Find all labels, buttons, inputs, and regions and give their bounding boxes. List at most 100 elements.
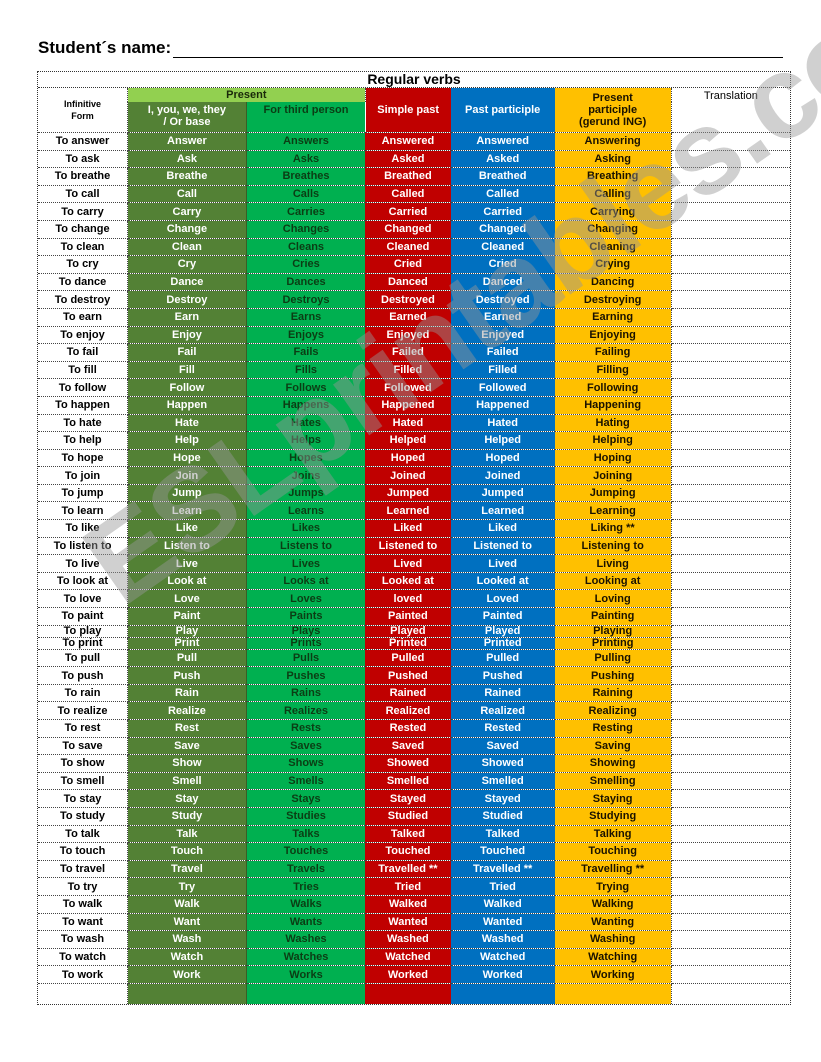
cell-translation-input[interactable] [671,589,790,609]
cell-translation-input[interactable] [671,554,790,573]
cell-translation-input[interactable] [671,484,790,503]
cell-translation-input[interactable] [671,431,790,450]
cell-translation-input[interactable] [671,220,790,239]
cell-translation-input[interactable] [671,701,790,720]
cell-past-participle: Washed [450,930,555,949]
cell-present-participle: Wanting [554,913,672,932]
table-row: To travel Travel Travels Travelled ** Travel… [38,860,790,879]
cell-infinitive: To paint [38,607,128,626]
cell-translation-input[interactable] [671,625,790,638]
cell-translation-input[interactable] [671,684,790,703]
cell-present-third: Rests [246,719,366,738]
header-present-participle: Present participle (gerund ING) [554,88,672,133]
cell-past-participle: Lived [450,554,555,573]
cell-translation-input[interactable] [671,414,790,433]
cell-present-participle: Changing [554,220,672,239]
cell-present-base: Cry [127,255,247,274]
cell-simple-past: Carried [365,202,451,221]
table-row: To want Want Wants Wanted Wanted Wanting [38,913,790,932]
cell-translation-input[interactable] [671,361,790,380]
cell-translation-input[interactable] [671,396,790,415]
cell-translation-input[interactable] [671,290,790,309]
cell-present-base: Save [127,737,247,756]
cell-translation-input[interactable] [671,825,790,844]
cell-translation-input[interactable] [671,343,790,362]
table-row: To work Work Works Worked Worked Working [38,965,790,984]
cell-empty [127,983,247,1004]
cell-translation-input[interactable] [671,238,790,257]
cell-translation-input[interactable] [671,719,790,738]
cell-translation-input[interactable] [671,877,790,896]
table-row: To live Live Lives Lived Lived Living [38,554,790,573]
cell-translation-input[interactable] [671,649,790,668]
cell-present-base: Fail [127,343,247,362]
cell-translation-input[interactable] [671,273,790,292]
cell-infinitive: To hope [38,449,128,468]
cell-translation-input[interactable] [671,789,790,808]
cell-present-participle: Trying [554,877,672,896]
cell-present-base: Stay [127,789,247,808]
cell-translation-input[interactable] [671,948,790,967]
cell-translation-input[interactable] [671,202,790,221]
table-row: To call Call Calls Called Called Calling [38,185,790,204]
cell-translation-input[interactable] [671,572,790,591]
cell-infinitive: To study [38,807,128,826]
cell-translation-input[interactable] [671,167,790,186]
cell-present-base: Love [127,589,247,609]
cell-infinitive: To look at [38,572,128,591]
cell-translation-input[interactable] [671,965,790,984]
cell-present-participle: Living [554,554,672,573]
cell-translation-input[interactable] [671,754,790,773]
cell-infinitive: To rain [38,684,128,703]
cell-translation-input[interactable] [671,860,790,879]
cell-infinitive: To carry [38,202,128,221]
cell-present-third: Stays [246,789,366,808]
cell-translation-input[interactable] [671,501,790,521]
cell-translation-input[interactable] [671,607,790,626]
table-row: To help Help Helps Helped Helped Helping [38,431,790,450]
student-name-line[interactable] [173,41,783,58]
cell-translation-input[interactable] [671,930,790,949]
cell-present-participle: Asking [554,150,672,169]
cell-translation-input[interactable] [671,807,790,826]
cell-translation-input[interactable] [671,255,790,274]
cell-translation-input[interactable] [671,132,790,151]
cell-translation-input[interactable] [671,519,790,538]
cell-translation-input[interactable] [671,326,790,345]
cell-present-base: Dance [127,273,247,292]
cell-past-participle: Called [450,185,555,204]
cell-translation-input[interactable] [671,150,790,169]
cell-present-base: Travel [127,860,247,879]
cell-present-third: Learns [246,501,366,521]
cell-translation-input[interactable] [671,466,790,485]
cell-simple-past: Talked [365,825,451,844]
cell-present-third: Saves [246,737,366,756]
cell-translation-input[interactable] [671,666,790,685]
cell-simple-past: Hoped [365,449,451,468]
cell-infinitive: To destroy [38,290,128,309]
cell-infinitive: To clean [38,238,128,257]
table-row: To listen to Listen to Listens to Listened … [38,537,790,556]
cell-past-participle: Rained [450,684,555,703]
cell-translation-input[interactable] [671,537,790,556]
cell-translation-input[interactable] [671,637,790,650]
cell-translation-input[interactable] [671,308,790,327]
cell-empty[interactable] [38,983,128,1004]
cell-translation-input[interactable] [671,895,790,914]
cell-infinitive: To work [38,965,128,984]
cell-present-third: Cries [246,255,366,274]
cell-present-third: Answers [246,132,366,151]
cell-infinitive: To call [38,185,128,204]
cell-translation-input[interactable] [671,449,790,468]
cell-present-participle: Learning [554,501,672,521]
cell-empty[interactable] [671,983,790,1004]
cell-translation-input[interactable] [671,842,790,861]
cell-translation-input[interactable] [671,737,790,756]
student-name-field: Student´s name: [38,38,783,58]
table-title: Regular verbs [38,72,790,88]
cell-translation-input[interactable] [671,772,790,791]
cell-translation-input[interactable] [671,185,790,204]
cell-infinitive: To stay [38,789,128,808]
cell-translation-input[interactable] [671,913,790,932]
cell-translation-input[interactable] [671,378,790,397]
